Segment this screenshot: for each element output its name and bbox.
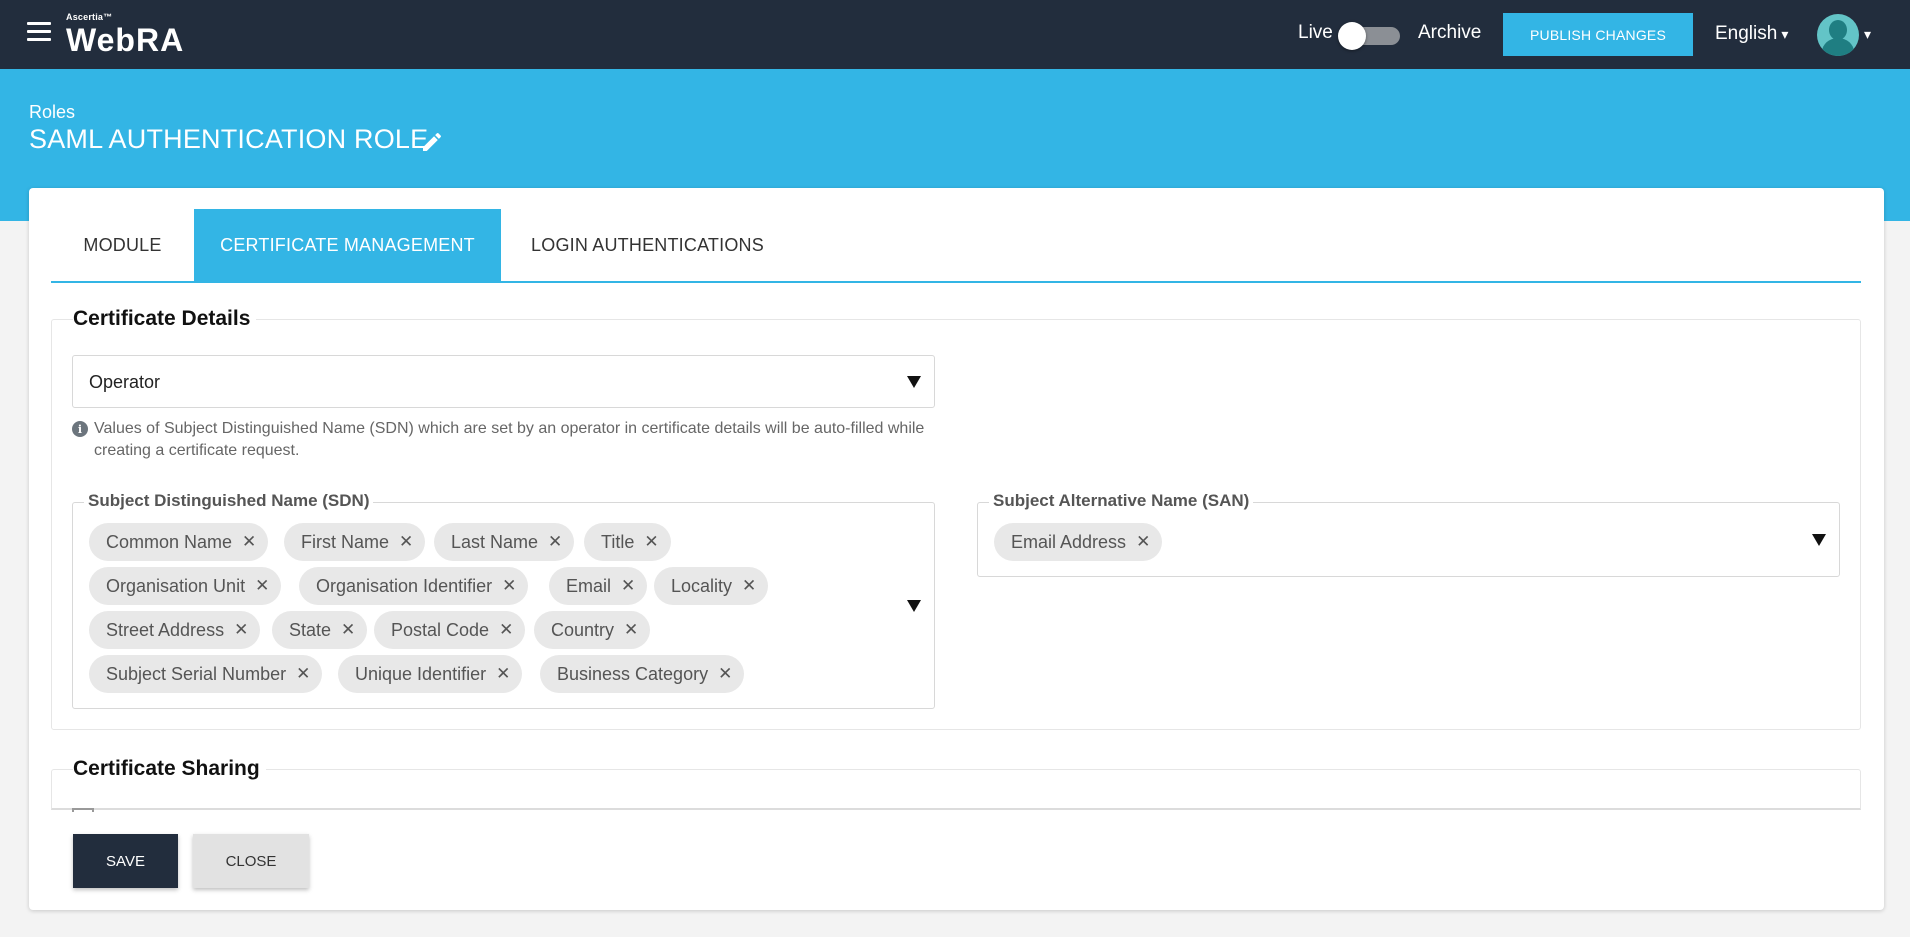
remove-icon[interactable]: ✕ (496, 664, 510, 684)
language-label: English (1715, 23, 1778, 44)
archive-label: Archive (1418, 22, 1482, 43)
chip-label: Postal Code (391, 619, 490, 640)
caret-down-icon (907, 376, 921, 388)
logo-brand: Ascertia™ (66, 12, 113, 22)
chip-label: Business Category (557, 663, 709, 684)
caret-down-icon (907, 600, 921, 612)
certificate-sharing-title: Certificate Sharing (73, 757, 266, 781)
sdn-chip: Street Address ✕ (89, 611, 261, 649)
remove-icon[interactable]: ✕ (502, 576, 516, 596)
logo-product: WebRA (66, 22, 185, 58)
chip-label: State (289, 619, 332, 640)
avatar-head (1829, 20, 1847, 40)
sdn-chip: Unique Identifier ✕ (338, 655, 523, 693)
info-icon: i (72, 421, 88, 437)
remove-icon[interactable]: ✕ (242, 532, 256, 552)
chip-label: Title (601, 531, 635, 552)
remove-icon[interactable]: ✕ (255, 576, 269, 596)
avatar-body (1822, 38, 1854, 56)
sdn-chip: Common Name ✕ (89, 523, 269, 561)
sdn-chip: Organisation Unit ✕ (89, 567, 282, 605)
chip-label: Subject Serial Number (106, 663, 287, 684)
remove-icon[interactable]: ✕ (1136, 532, 1150, 552)
remove-icon[interactable]: ✕ (742, 576, 756, 596)
chip-label: Email Address (1011, 531, 1127, 552)
chip-label: Street Address (106, 619, 225, 640)
san-chip: Email Address ✕ (994, 523, 1163, 561)
sdn-chip: Locality ✕ (654, 567, 769, 605)
remove-icon[interactable]: ✕ (499, 620, 513, 640)
avatar[interactable] (1817, 14, 1859, 56)
certificate-details-title: Certificate Details (73, 307, 257, 331)
language-selector[interactable]: English ▾ (1715, 23, 1788, 45)
breadcrumb[interactable]: Roles (29, 102, 75, 123)
tab-certificate-management[interactable]: CERTIFICATE MANAGEMENT (194, 209, 501, 281)
sdn-chip: Business Category ✕ (540, 655, 745, 693)
remove-icon[interactable]: ✕ (644, 532, 658, 552)
sdn-chip: Email ✕ (549, 567, 648, 605)
pencil-icon[interactable] (420, 130, 444, 154)
remove-icon[interactable]: ✕ (296, 664, 310, 684)
sdn-chip: State ✕ (272, 611, 368, 649)
select-value: Operator (89, 372, 161, 392)
san-label: Subject Alternative Name (SAN) (989, 491, 1254, 511)
remove-icon[interactable]: ✕ (234, 620, 248, 640)
publish-changes-button[interactable]: PUBLISH CHANGES (1503, 13, 1693, 56)
chevron-down-icon: ▾ (1781, 26, 1789, 42)
tab-module[interactable]: MODULE (51, 209, 194, 281)
close-button[interactable]: CLOSE (193, 834, 309, 888)
remove-icon[interactable]: ✕ (341, 620, 355, 640)
sdn-chip: First Name ✕ (284, 523, 426, 561)
sdn-chip: Subject Serial Number ✕ (89, 655, 323, 693)
sharing-checkbox[interactable] (72, 808, 94, 812)
chip-label: Last Name (451, 531, 539, 552)
info-text: Values of Subject Distinguished Name (SD… (94, 420, 925, 459)
toggle-knob (1338, 22, 1366, 50)
tab-login-authentications[interactable]: LOGIN AUTHENTICATIONS (501, 209, 794, 281)
sdn-label: Subject Distinguished Name (SDN) (84, 491, 374, 511)
remove-icon[interactable]: ✕ (621, 576, 635, 596)
remove-icon[interactable]: ✕ (624, 620, 638, 640)
chip-label: Country (551, 619, 615, 640)
caret-down-icon (1812, 534, 1826, 546)
chip-label: Locality (671, 575, 733, 596)
chip-label: First Name (301, 531, 390, 552)
top-bar: Ascertia™ WebRA Live Archive PUBLISH CHA… (0, 0, 1910, 69)
tab-bar: MODULE CERTIFICATE MANAGEMENT LOGIN AUTH… (51, 209, 1861, 283)
sdn-chip: Last Name ✕ (434, 523, 575, 561)
remove-icon[interactable]: ✕ (718, 664, 732, 684)
sdn-chip: Country ✕ (534, 611, 651, 649)
menu-icon[interactable] (27, 22, 51, 42)
sdn-chip: Title ✕ (584, 523, 671, 561)
chip-label: Organisation Unit (106, 575, 246, 596)
chip-label: Organisation Identifier (316, 575, 493, 596)
certificate-details-select[interactable]: Operator (72, 355, 935, 408)
chip-label: Unique Identifier (355, 663, 487, 684)
live-archive-toggle[interactable] (1338, 22, 1402, 50)
chip-label: Common Name (106, 531, 233, 552)
remove-icon[interactable]: ✕ (399, 532, 413, 552)
page-title: SAML AUTHENTICATION ROLE (29, 124, 429, 154)
sdn-chip: Postal Code ✕ (374, 611, 526, 649)
sdn-chip: Organisation Identifier ✕ (299, 567, 529, 605)
save-button[interactable]: SAVE (73, 834, 178, 888)
live-label: Live (1298, 22, 1333, 43)
user-menu-chevron-icon[interactable]: ▾ (1864, 26, 1871, 43)
chip-label: Email (566, 575, 612, 596)
remove-icon[interactable]: ✕ (548, 532, 562, 552)
certificate-sharing-section (51, 769, 1861, 810)
